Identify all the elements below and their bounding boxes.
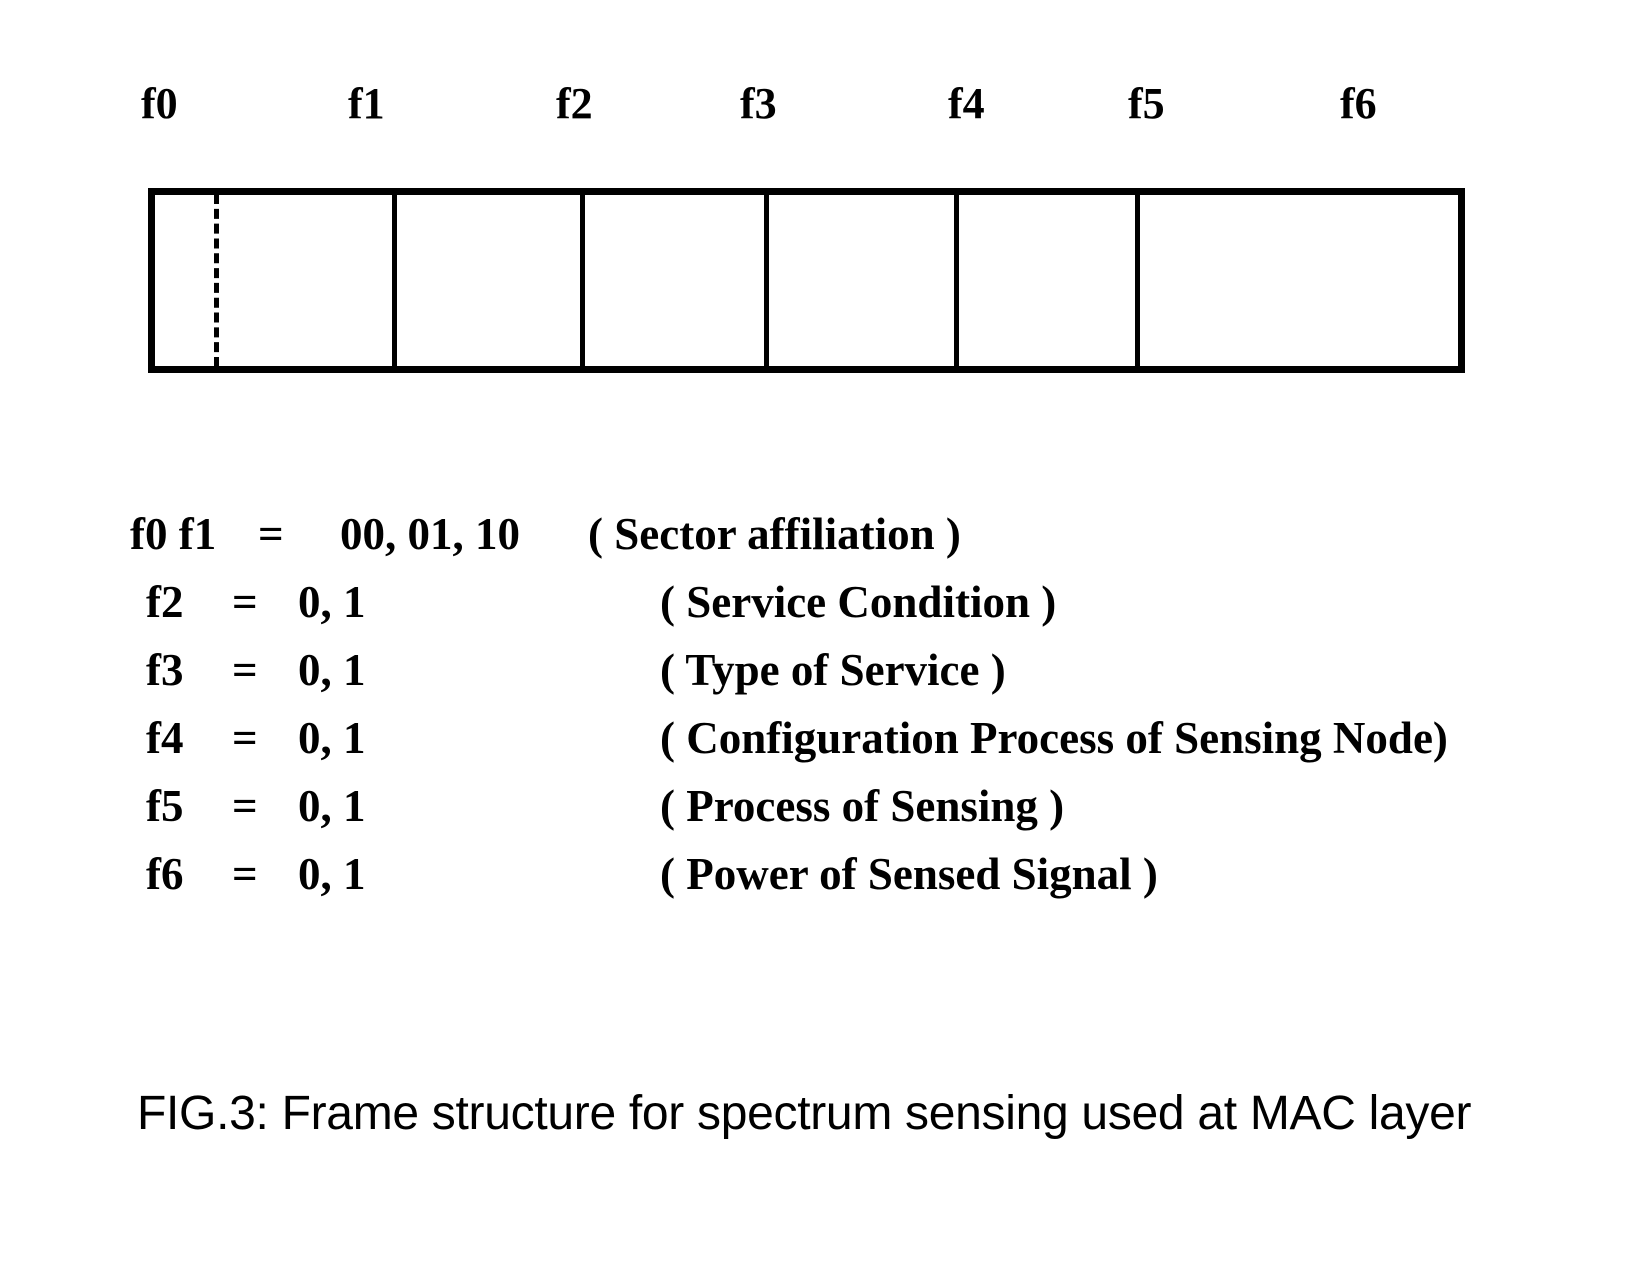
definition-row: f0 f1 = 00, 01, 10 ( Sector affiliation )	[0, 500, 1646, 568]
field-label-f1: f1	[348, 79, 385, 128]
definition-field-name: f5	[146, 781, 184, 831]
definition-description: ( Sector affiliation )	[588, 509, 961, 559]
definition-equals-sign: =	[258, 509, 284, 559]
definition-field-name: f2	[146, 577, 184, 627]
figure-caption: FIG.3: Frame structure for spectrum sens…	[137, 1087, 1472, 1140]
field-label-f0: f0	[141, 79, 178, 128]
frame-cell-f2	[392, 195, 580, 366]
frame-field-label-row: f0 f1 f2 f3 f4 f5 f6	[0, 78, 1646, 138]
field-label-f3: f3	[740, 79, 777, 128]
definition-row: f2 = 0, 1 ( Service Condition )	[0, 568, 1646, 636]
definition-field-name: f0 f1	[130, 509, 217, 559]
definition-values: 0, 1	[298, 577, 366, 627]
frame-cell-f0	[155, 195, 214, 366]
definition-description: ( Process of Sensing )	[660, 781, 1065, 831]
field-label-f4: f4	[948, 79, 985, 128]
field-label-f2: f2	[556, 79, 593, 128]
definition-values: 00, 01, 10	[340, 509, 520, 559]
definition-field-name: f6	[146, 849, 184, 899]
definition-field-name: f4	[146, 713, 184, 763]
definition-values: 0, 1	[298, 713, 366, 763]
frame-cell-f5	[954, 195, 1135, 366]
definition-description: ( Power of Sensed Signal )	[660, 849, 1158, 899]
frame-structure-box	[148, 188, 1465, 373]
definition-values: 0, 1	[298, 849, 366, 899]
frame-cell-f1	[214, 195, 393, 366]
definition-description: ( Type of Service )	[660, 645, 1006, 695]
definition-equals-sign: =	[232, 781, 258, 831]
frame-cell-f4	[764, 195, 954, 366]
definition-equals-sign: =	[232, 577, 258, 627]
definition-row: f4 = 0, 1 ( Configuration Process of Sensin…	[0, 704, 1646, 772]
field-label-f5: f5	[1128, 79, 1165, 128]
definition-values: 0, 1	[298, 645, 366, 695]
definition-values: 0, 1	[298, 781, 366, 831]
definition-row: f5 = 0, 1 ( Process of Sensing )	[0, 772, 1646, 840]
definition-equals-sign: =	[232, 713, 258, 763]
definition-field-name: f3	[146, 645, 184, 695]
definition-equals-sign: =	[232, 645, 258, 695]
field-label-f6: f6	[1340, 79, 1377, 128]
frame-cell-f3	[580, 195, 764, 366]
definition-description: ( Service Condition )	[660, 577, 1057, 627]
definition-row: f6 = 0, 1 ( Power of Sensed Signal )	[0, 840, 1646, 908]
definition-description: ( Configuration Process of Sensing Node)	[660, 713, 1448, 763]
frame-cell-f6	[1135, 195, 1458, 366]
definition-equals-sign: =	[232, 849, 258, 899]
definition-row: f3 = 0, 1 ( Type of Service )	[0, 636, 1646, 704]
